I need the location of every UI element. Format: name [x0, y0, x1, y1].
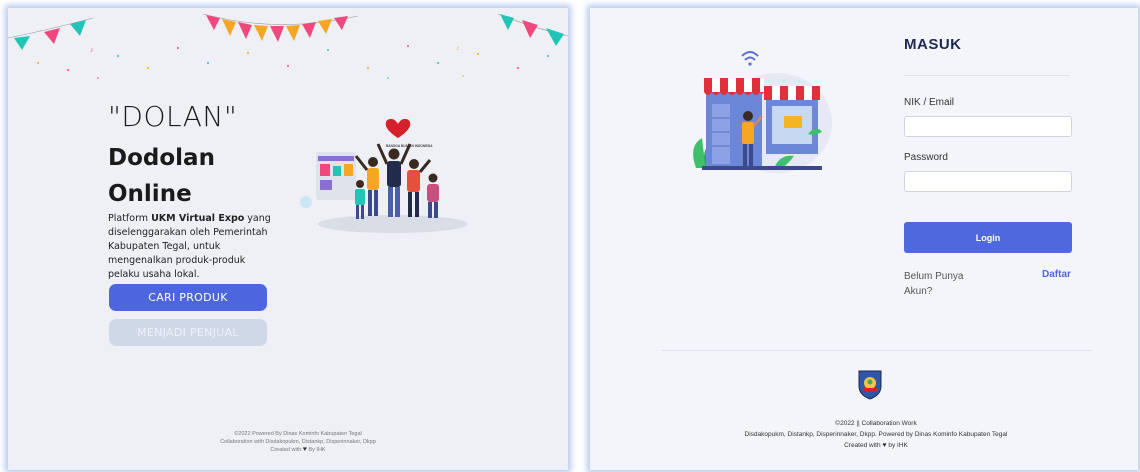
right-footer-line2: Disdakopukm, Distankp, Disperinnaker, Dk… [744, 431, 1008, 438]
right-footer-line3: Created with ♥ by IHK [844, 442, 908, 449]
hero-description: Platform UKM Virtual Expo yang diselengg… [108, 212, 278, 282]
heart-icon: ♥ [302, 446, 307, 453]
desc-bold: UKM Virtual Expo [151, 213, 245, 224]
find-product-button[interactable]: CARI PRODUK [109, 284, 267, 311]
login-panel: MASUK NIK / Email Password Login Belum P… [590, 8, 1138, 470]
login-title: MASUK [904, 36, 962, 53]
become-seller-button[interactable]: MENJADI PENJUAL [109, 319, 267, 346]
password-label: Password [904, 152, 948, 163]
no-account-text: Belum Punya Akun? [904, 271, 964, 297]
right-footer: ©2022 || Collaboration Work Disdakopukm,… [670, 418, 1082, 451]
login-button[interactable]: Login [904, 222, 1072, 253]
svg-text:♪: ♪ [90, 47, 94, 54]
landing-panel: ♪ ♪ "DOLAN" Dodolan Online Platform UKM … [8, 8, 568, 470]
right-footer-line1: ©2022 || Collaboration Work [835, 420, 917, 427]
hero-quote: "DOLAN" [108, 100, 238, 133]
left-footer-line2: Collaboration with Disdakopukm, Distankp… [220, 439, 376, 445]
register-link[interactable]: Daftar [1042, 269, 1071, 280]
left-footer-line3: Created with ♥ By IHK [270, 446, 326, 453]
hero-title-line2: Online [108, 181, 192, 207]
bunting-decoration-icon: ♪ ♪ [8, 13, 568, 79]
svg-text:♪: ♪ [456, 45, 460, 52]
people-celebration-illustration-icon: BANGGA BUATAN INDONESIA [300, 118, 468, 233]
nik-email-label: NIK / Email [904, 97, 955, 108]
left-footer-line1: ©2022 Powered By Dinas Kominfo Kabupaten… [234, 431, 362, 437]
regency-emblem-icon [858, 370, 882, 400]
left-footer: ©2022 Powered By Dinas Kominfo Kabupaten… [158, 430, 438, 454]
shop-illustration-icon [693, 51, 832, 173]
hero-title: Dodolan Online [108, 140, 215, 212]
footer-divider [662, 350, 1092, 351]
heart-icon: ♥ [882, 442, 887, 449]
login-divider [904, 75, 1070, 76]
hero-title-line1: Dodolan [108, 145, 215, 171]
password-input[interactable] [904, 171, 1072, 192]
wifi-icon [741, 51, 759, 66]
desc-prefix: Platform [108, 213, 152, 224]
nik-email-input[interactable] [904, 116, 1072, 137]
